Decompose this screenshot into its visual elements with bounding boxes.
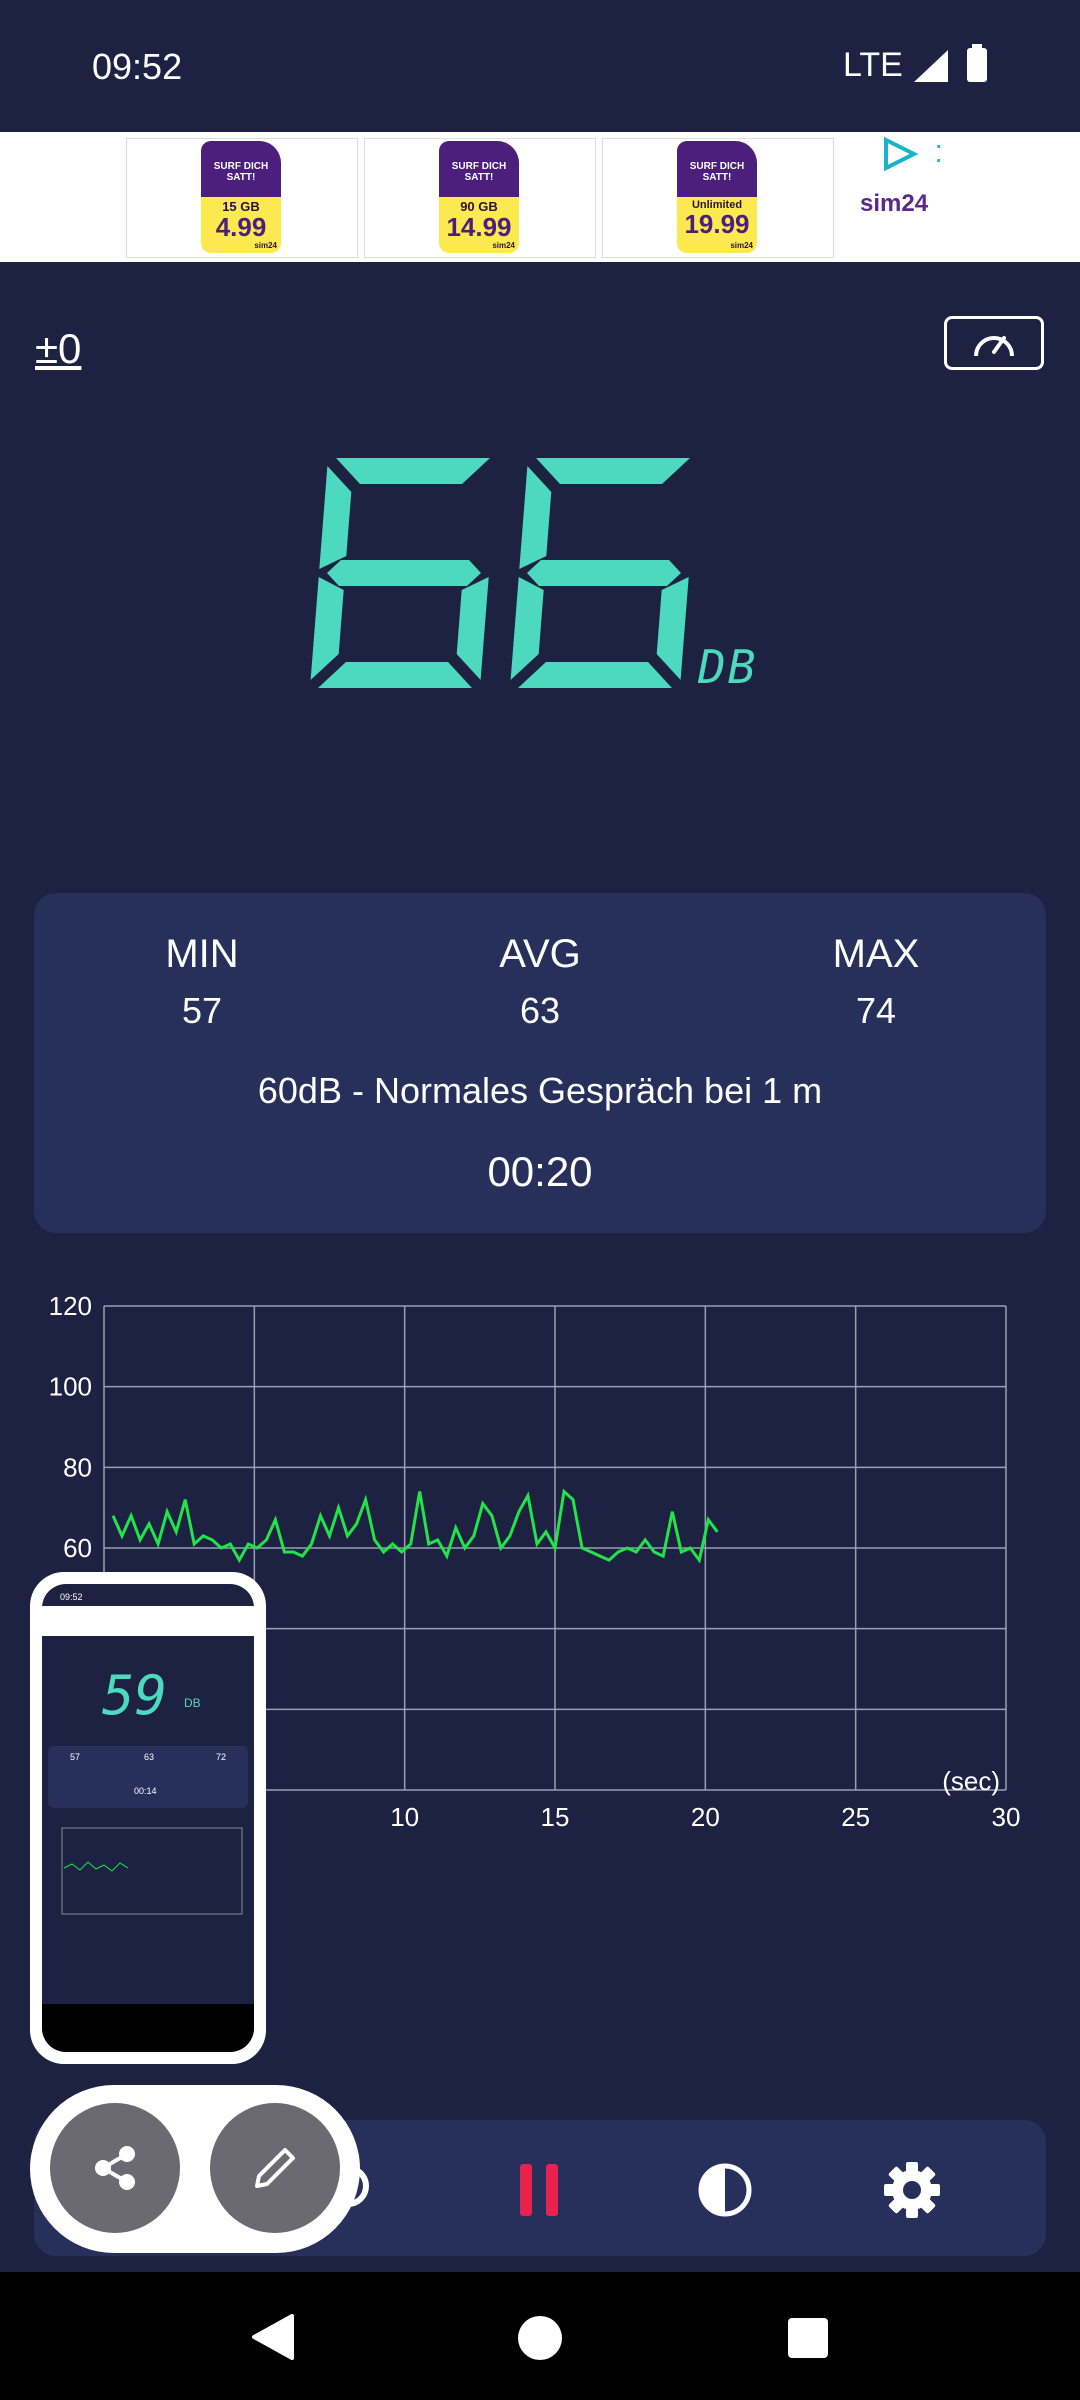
- digit-segment: [518, 662, 672, 688]
- preview-avg: 63: [144, 1752, 155, 1762]
- sim-card-image: SURF DICH SATT! 90 GB 14.99 sim24: [439, 141, 519, 253]
- digit-segment: [656, 577, 689, 680]
- contrast-icon[interactable]: [695, 2160, 755, 2220]
- home-icon[interactable]: [516, 2314, 564, 2362]
- back-icon[interactable]: [248, 2312, 298, 2362]
- preview-chart: [61, 1827, 243, 1915]
- ad-headline: SURF DICH SATT!: [439, 141, 519, 197]
- preview-ad: [42, 1606, 254, 1636]
- avg-label: AVG: [499, 932, 581, 976]
- digit-segment: [336, 458, 490, 484]
- ad-card[interactable]: SURF DICH SATT! Unlimited 19.99 sim24: [602, 138, 834, 258]
- x-tick-label: 25: [841, 1802, 870, 1832]
- digit-segment: [456, 577, 489, 680]
- digit-segment: [519, 466, 552, 569]
- ad-menu-icon[interactable]: · ·: [934, 131, 943, 173]
- min-label: MIN: [165, 932, 239, 976]
- gauge-mode-button[interactable]: [944, 316, 1044, 370]
- unit-label: DB: [698, 640, 758, 694]
- y-tick-label: 80: [63, 1452, 92, 1482]
- network-type: LTE: [843, 46, 903, 84]
- share-icon: [95, 2146, 135, 2190]
- signal-icon: [914, 50, 948, 82]
- preview-navbar: [42, 2004, 254, 2052]
- status-time: 09:52: [92, 46, 183, 87]
- ad-logo[interactable]: sim24: [860, 190, 928, 218]
- max-value: 74: [855, 990, 897, 1031]
- share-button[interactable]: [50, 2103, 180, 2233]
- screenshot-preview[interactable]: 09:52 59 DB 57 63 72 00:14: [30, 1572, 266, 2064]
- recents-icon[interactable]: [786, 2316, 830, 2360]
- x-axis-label: (sec): [942, 1766, 1000, 1796]
- y-tick-label: 100: [49, 1372, 92, 1402]
- avg-value: 63: [519, 990, 561, 1031]
- calibration-offset[interactable]: ±0: [35, 325, 81, 373]
- preview-time: 00:14: [134, 1786, 157, 1796]
- ad-choices-icon[interactable]: [880, 136, 920, 172]
- max-label: MAX: [832, 932, 920, 976]
- preview-screen: 09:52 59 DB 57 63 72 00:14: [42, 1584, 254, 2052]
- noise-description: 60dB - Normales Gespräch bei 1 m: [257, 1070, 823, 1111]
- preview-level: 59: [102, 1664, 168, 1727]
- preview-unit: DB: [184, 1696, 201, 1710]
- elapsed-time: 00:20: [487, 1148, 593, 1195]
- digit-segment: [318, 662, 472, 688]
- ad-price: 14.99: [446, 212, 512, 242]
- x-tick-label: 30: [992, 1802, 1021, 1832]
- preview-stats: 57 63 72 00:14: [48, 1746, 248, 1808]
- edit-button[interactable]: [210, 2103, 340, 2233]
- sim-card-image: SURF DICH SATT! Unlimited 19.99 sim24: [677, 141, 757, 253]
- x-tick-label: 20: [691, 1802, 720, 1832]
- ad-price: 19.99: [684, 209, 750, 239]
- ad-card[interactable]: SURF DICH SATT! 90 GB 14.99 sim24: [364, 138, 596, 258]
- ad-headline: SURF DICH SATT!: [201, 141, 281, 197]
- preview-min: 57: [70, 1752, 81, 1762]
- preview-status-time: 09:52: [60, 1592, 83, 1602]
- ad-brand: sim24: [254, 241, 277, 250]
- x-tick-label: 15: [541, 1802, 570, 1832]
- sim-card-image: SURF DICH SATT! 15 GB 4.99 sim24: [201, 141, 281, 253]
- pause-icon[interactable]: [510, 2160, 570, 2220]
- y-tick-label: 60: [63, 1533, 92, 1563]
- ad-brand: sim24: [492, 241, 515, 250]
- battery-icon: [967, 44, 987, 82]
- pencil-icon: [255, 2148, 295, 2188]
- digit-segment: [319, 466, 352, 569]
- digit-segment: [327, 560, 481, 586]
- min-value: 57: [181, 990, 223, 1031]
- digit-segment: [310, 577, 344, 680]
- digit-segment: [510, 577, 544, 680]
- ad-headline: SURF DICH SATT!: [677, 141, 757, 197]
- level-readout: [310, 458, 690, 688]
- series-line: [111, 1488, 719, 1564]
- settings-icon[interactable]: [880, 2158, 944, 2222]
- x-tick-label: 10: [390, 1802, 419, 1832]
- ad-price: 4.99: [215, 212, 267, 242]
- digit-segment: [536, 458, 690, 484]
- ad-brand: sim24: [730, 241, 753, 250]
- speedometer-icon: [974, 336, 1014, 357]
- digit-segment: [527, 560, 681, 586]
- ad-card[interactable]: SURF DICH SATT! 15 GB 4.99 sim24: [126, 138, 358, 258]
- y-tick-label: 120: [49, 1291, 92, 1321]
- preview-max: 72: [216, 1752, 227, 1762]
